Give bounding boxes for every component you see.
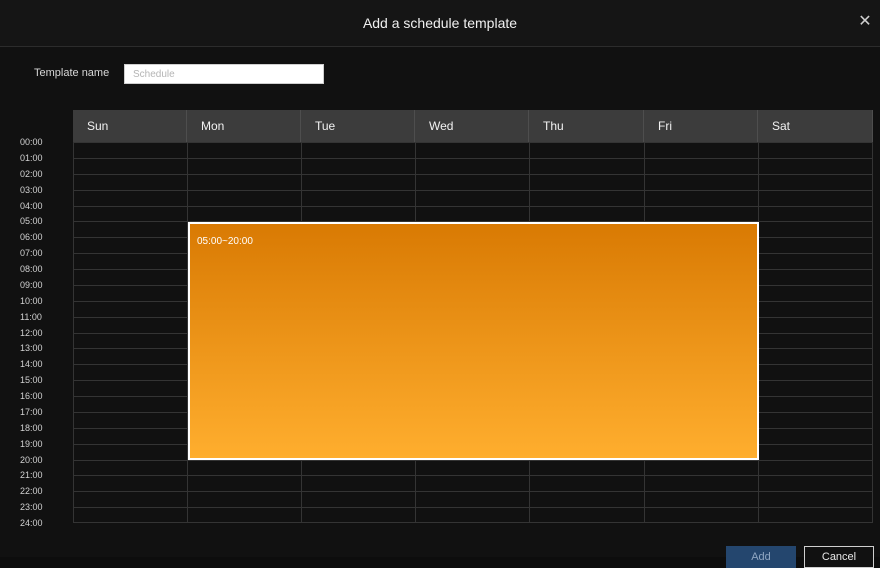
schedule-block-label: 05:00~20:00	[197, 236, 253, 247]
cancel-button[interactable]: Cancel	[804, 546, 874, 568]
day-header-sat[interactable]: Sat	[758, 110, 873, 142]
hour-label: 05:00	[20, 216, 43, 227]
hour-label: 11:00	[20, 311, 42, 322]
day-header-tue[interactable]: Tue	[301, 110, 415, 142]
hour-label: 19:00	[20, 438, 43, 449]
hour-gridline	[73, 475, 873, 476]
template-name-label: Template name	[34, 67, 110, 79]
hour-label: 01:00	[20, 152, 43, 163]
hour-gridline	[73, 522, 873, 523]
hour-label: 23:00	[20, 502, 43, 513]
day-header-row: Sun Mon Tue Wed Thu Fri Sat	[73, 110, 873, 142]
day-header-thu[interactable]: Thu	[529, 110, 644, 142]
hour-label: 20:00	[20, 454, 43, 465]
day-gridline	[872, 142, 873, 523]
day-header-sun[interactable]: Sun	[73, 110, 187, 142]
hour-gridline	[73, 491, 873, 492]
hour-label: 04:00	[20, 200, 43, 211]
day-header-mon[interactable]: Mon	[187, 110, 301, 142]
template-name-input[interactable]	[124, 64, 324, 84]
hour-gridline	[73, 507, 873, 508]
hour-label: 22:00	[20, 486, 43, 497]
day-header-fri[interactable]: Fri	[644, 110, 758, 142]
hour-label: 09:00	[20, 279, 43, 290]
hour-label: 10:00	[20, 295, 43, 306]
hour-label: 12:00	[20, 327, 43, 338]
hour-gridline	[73, 206, 873, 207]
hour-label: 17:00	[20, 406, 43, 417]
hour-gridline	[73, 460, 873, 461]
hour-label: 16:00	[20, 391, 43, 401]
hour-label: 14:00	[20, 359, 43, 370]
hour-label: 24:00	[20, 518, 43, 528]
hour-gridline	[73, 142, 873, 143]
hour-gridline	[73, 190, 873, 191]
add-button[interactable]: Add	[726, 546, 796, 568]
hour-label: 13:00	[20, 343, 43, 354]
day-gridline	[73, 142, 74, 523]
hour-label: 08:00	[20, 264, 43, 274]
day-header-wed[interactable]: Wed	[415, 110, 529, 142]
hour-label: 15:00	[20, 375, 43, 386]
hour-gridline	[73, 158, 873, 159]
hour-gridline	[73, 174, 873, 175]
hour-label: 00:00	[20, 137, 43, 147]
dialog-titlebar: Add a schedule template ✕	[0, 0, 880, 47]
hour-label: 02:00	[20, 168, 43, 179]
dialog-title: Add a schedule template	[362, 15, 518, 31]
hour-label: 06:00	[20, 232, 43, 243]
hour-label: 07:00	[20, 248, 43, 259]
hour-label: 18:00	[20, 422, 43, 433]
schedule-block[interactable]: 05:00~20:00	[188, 222, 759, 460]
hour-label: 21:00	[20, 470, 43, 481]
hour-label: 03:00	[20, 184, 43, 195]
close-icon[interactable]: ✕	[856, 11, 874, 33]
schedule-template-dialog: Add a schedule template ✕ Template name …	[0, 0, 880, 568]
